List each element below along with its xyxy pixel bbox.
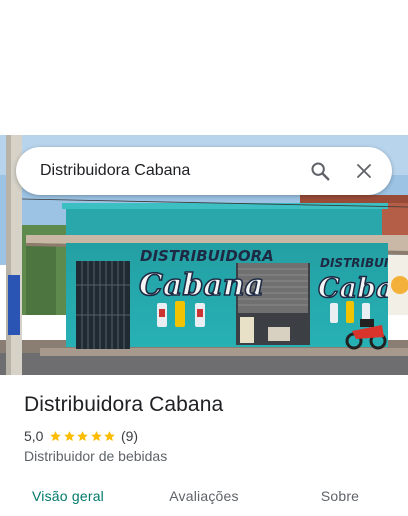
rating-stars	[49, 430, 117, 443]
place-category: Distribuidor de bebidas	[24, 448, 168, 464]
star-icon	[64, 430, 75, 441]
review-count[interactable]: (9)	[121, 428, 138, 444]
tab-overview[interactable]: Visão geral	[0, 476, 136, 516]
search-input[interactable]: Distribuidora Cabana	[16, 162, 298, 180]
star-icon	[91, 430, 102, 441]
close-icon[interactable]	[342, 149, 386, 193]
rating-value: 5,0	[24, 428, 44, 444]
star-icon	[104, 430, 116, 441]
search-bar[interactable]: Distribuidora Cabana	[16, 147, 392, 195]
tab-about[interactable]: Sobre	[272, 476, 408, 516]
tab-bar: Visão geral Avaliações Sobre	[0, 476, 408, 516]
star-icon	[77, 430, 89, 441]
photo-sign-script: Cabana	[139, 268, 264, 303]
rating-row[interactable]: 5,0 (9)	[24, 427, 138, 445]
star-icon	[50, 430, 62, 441]
tab-label: Sobre	[320, 488, 360, 504]
top-blank-area	[0, 0, 408, 135]
tab-reviews[interactable]: Avaliações	[136, 476, 272, 516]
tab-label: Visão geral	[32, 488, 104, 504]
photo-sign-text: DISTRIBUIDORA	[140, 247, 274, 265]
place-title: Distribuidora Cabana	[24, 393, 224, 416]
tab-label: Avaliações	[169, 488, 239, 504]
search-icon[interactable]	[298, 149, 342, 193]
